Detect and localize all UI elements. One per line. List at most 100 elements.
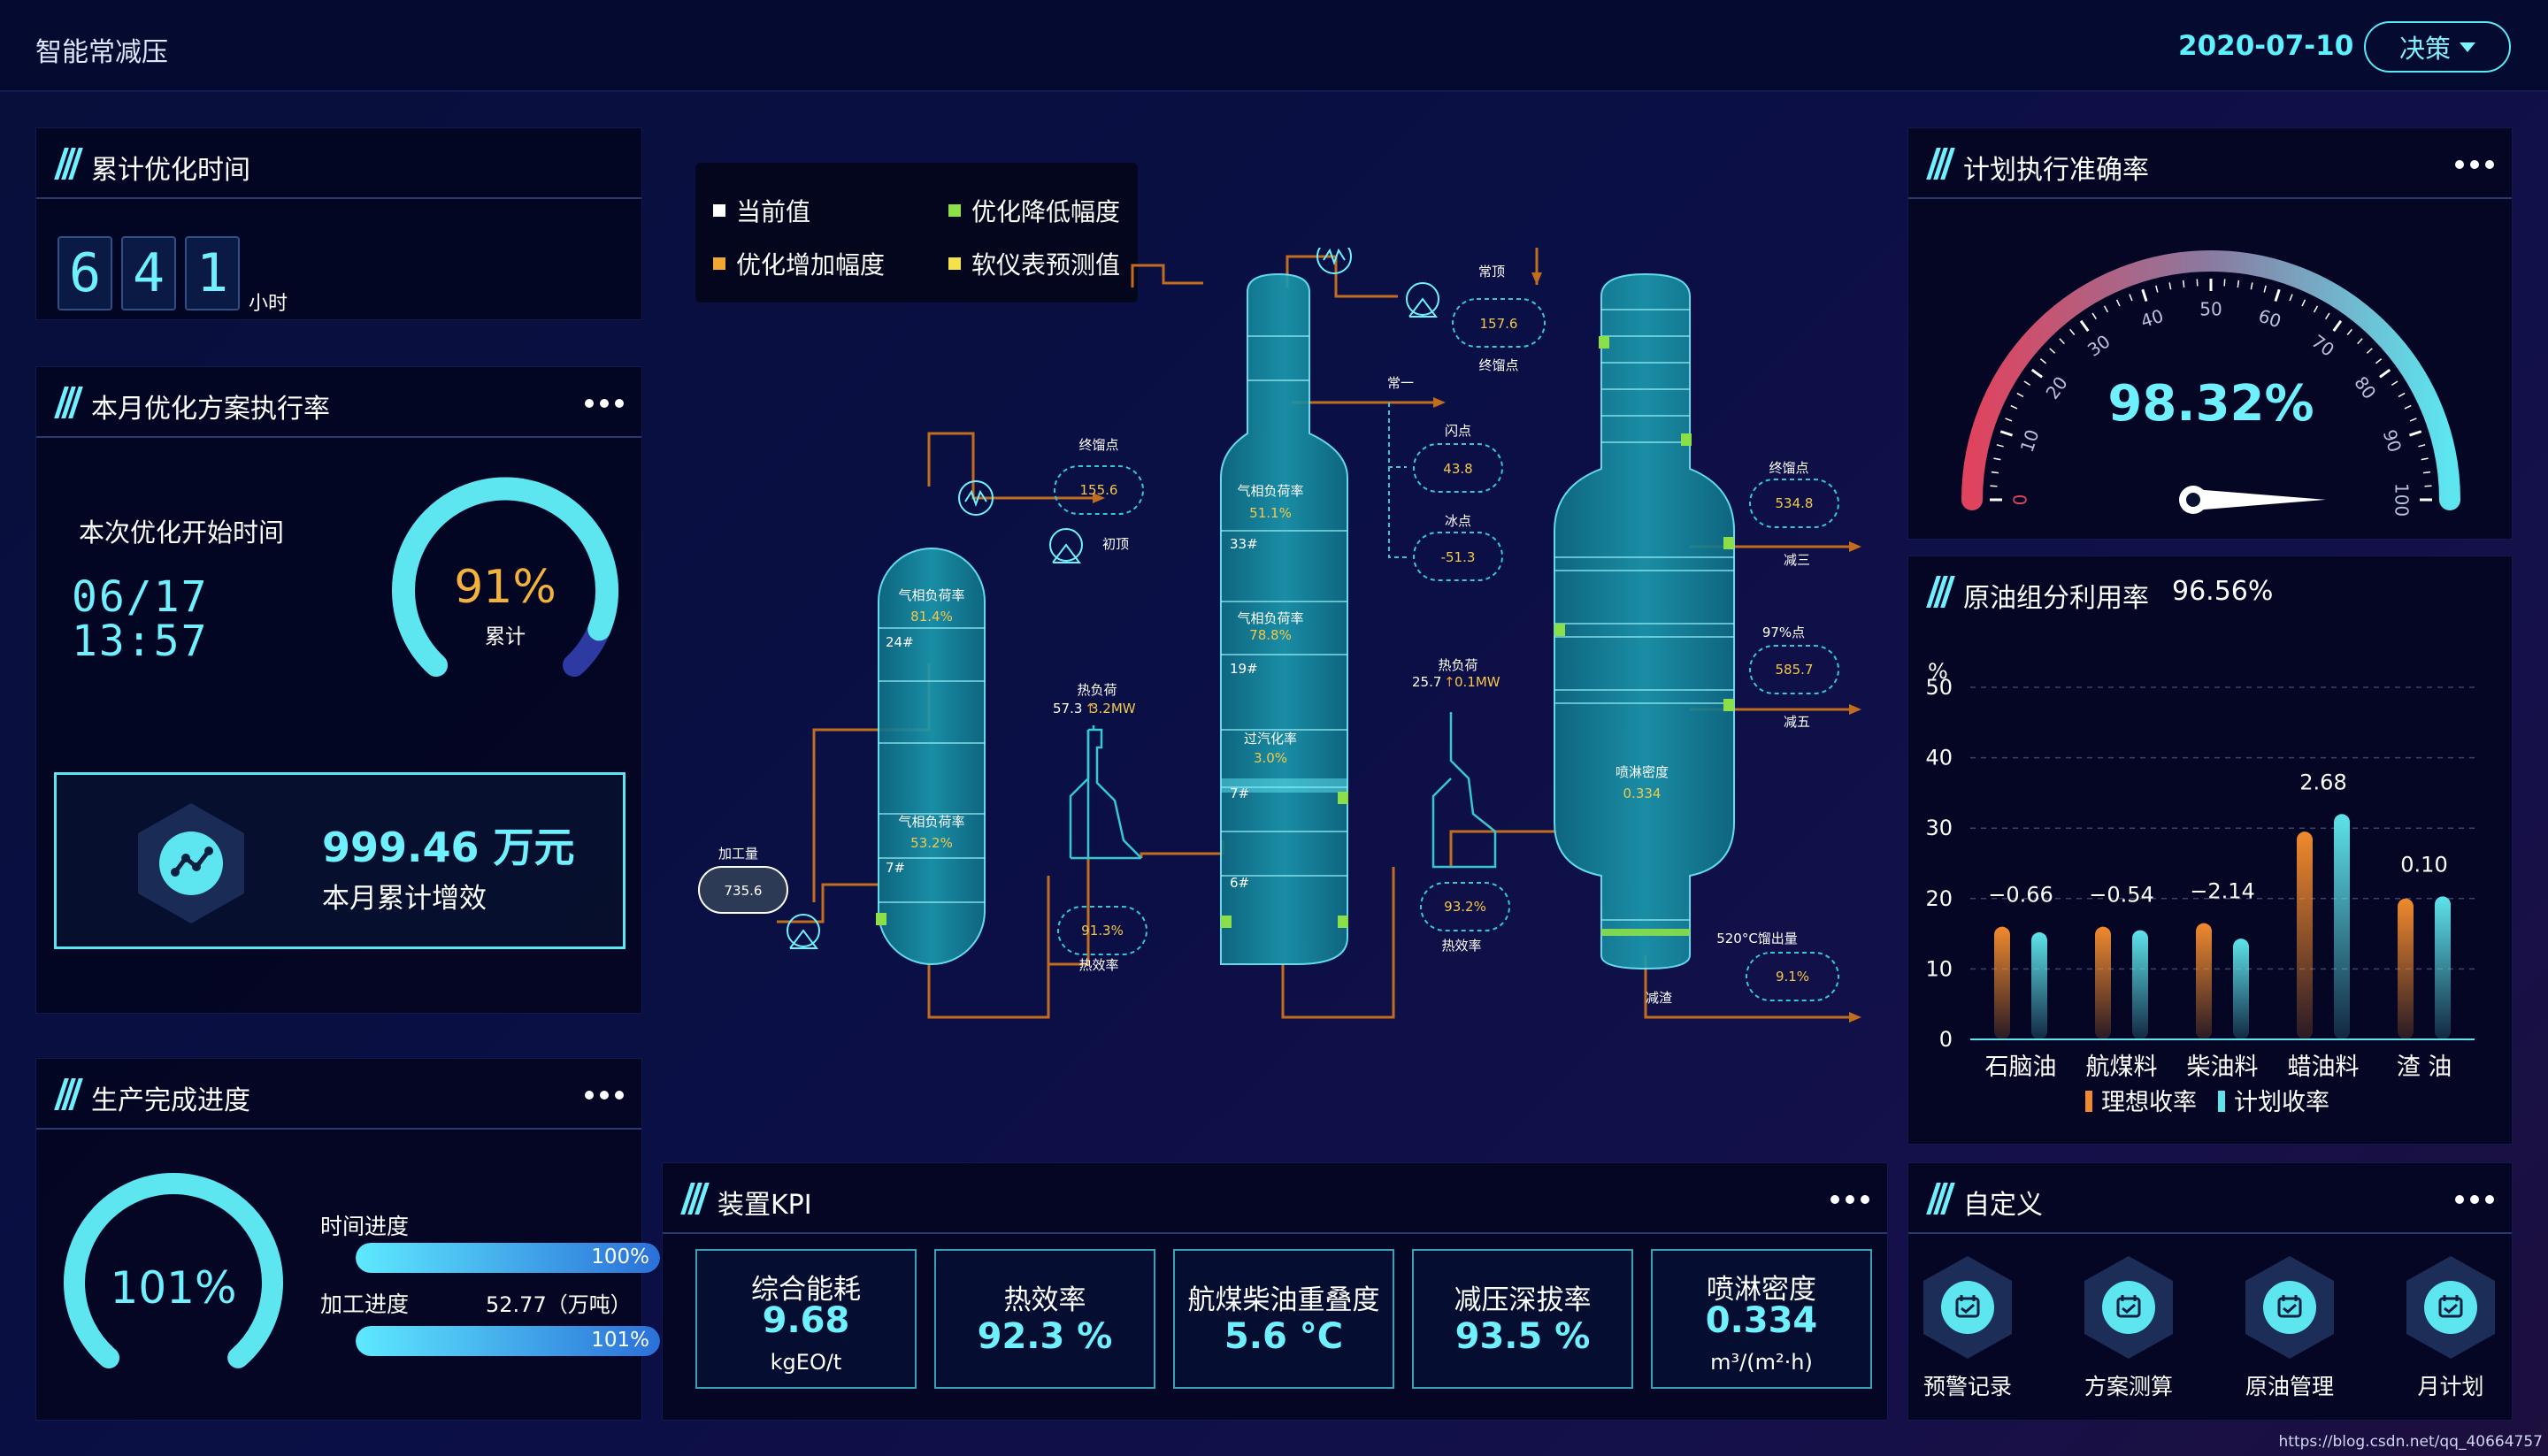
f1-eff-label: 热效率 (1078, 957, 1118, 973)
title-stripes-icon (680, 1183, 710, 1215)
kpi-card-energy: 综合能耗 9.68 kgEO/t (695, 1249, 917, 1389)
t3-520-value: 9.1% (1776, 969, 1809, 985)
t2-top-value: 157.6 (1480, 316, 1518, 332)
t2-side-label: 常一 (1387, 375, 1414, 391)
t3-out3: 减三 (1784, 552, 1810, 568)
increase-value: 999.46 万元 (322, 824, 575, 871)
t2-load2-value: 78.8% (1249, 627, 1292, 643)
process-progress-label: 加工进度 (320, 1291, 410, 1317)
gauge-tick (2069, 328, 2076, 336)
bar-ideal (2196, 923, 2212, 1039)
gauge-tick (2030, 368, 2043, 379)
more-options-icon[interactable] (2455, 160, 2494, 169)
gauge-tick (2196, 279, 2199, 287)
gauge-tick (2289, 294, 2293, 302)
gauge-tick-label: 50 (2199, 299, 2222, 320)
t2-load1-value: 51.1% (1249, 505, 1292, 521)
t3-520-label: 520°C馏出量 (1716, 931, 1798, 946)
bar-ideal (2297, 831, 2313, 1039)
kpi-value: 93.5 % (1454, 1316, 1591, 1357)
t3-out5: 减五 (1784, 714, 1810, 730)
x-tick-label: 渣 油 (2397, 1054, 2452, 1081)
y-tick-label: 40 (1925, 746, 1953, 770)
gauge-tick (2250, 282, 2253, 290)
gauge-tick (2379, 368, 2391, 379)
legend-current: 当前值 (713, 193, 810, 228)
more-options-icon[interactable] (2455, 1195, 2494, 1204)
process-progress-value: 101% (591, 1329, 649, 1352)
title-stripes-icon (1926, 576, 1955, 608)
kpi-unit: kgEO/t (770, 1350, 842, 1375)
x-tick-label: 柴油料 (2187, 1054, 2259, 1081)
y-tick-label: 10 (1925, 956, 1953, 981)
more-options-icon[interactable] (585, 1091, 624, 1100)
decision-label: 决策 (2398, 34, 2451, 64)
bar-plan (2031, 932, 2047, 1039)
gauge-tick (1993, 457, 2001, 461)
title-stripes-icon (54, 387, 83, 418)
t3-end-value: 534.8 (1776, 495, 1814, 511)
app-title: 智能常减压 (35, 37, 168, 68)
panel-title: 装置KPI (718, 1190, 812, 1221)
gauge-value: 91% (454, 561, 556, 614)
time-progress-value: 100% (591, 1245, 649, 1268)
title-stripes-icon (54, 148, 83, 180)
gauge-tick (2301, 299, 2306, 307)
kpi-name: 航煤柴油重叠度 (1187, 1284, 1380, 1316)
accuracy-value: 98.32% (2107, 375, 2314, 433)
digit-1: 6 (58, 236, 112, 310)
digit-2: 4 (121, 236, 176, 310)
data-label: −0.54 (2089, 883, 2154, 908)
panel-title: 原油组分利用率 (1963, 583, 2149, 614)
kpi-name: 热效率 (1003, 1284, 1086, 1316)
panel-title: 生产完成进度 (91, 1085, 250, 1116)
gauge-tick (2409, 418, 2417, 422)
legend-swatch (948, 204, 961, 217)
y-tick-label: 0 (1939, 1027, 1953, 1052)
panel-title: 自定义 (1963, 1190, 2043, 1221)
gauge-tick (2103, 305, 2109, 313)
process-flow-diagram: 加工量 735.6 终馏点 155.6 初顶 气相负荷率 81.4% 24# 气… (698, 248, 1861, 1023)
gauge-tick (2182, 280, 2185, 288)
gauge-tick (2325, 312, 2330, 320)
gauge-tick (2223, 279, 2226, 287)
decision-dropdown-button[interactable]: 决策 (2364, 21, 2511, 73)
custom-item-monthly[interactable]: 月计划 (2403, 1254, 2498, 1399)
gauge-tick-label: 30 (2084, 330, 2114, 360)
bar-plan (2132, 930, 2148, 1039)
start-time-label: 本次优化开始时间 (79, 517, 285, 548)
t2-load2-label: 气相负荷率 (1237, 610, 1303, 626)
gauge-tick (2404, 404, 2412, 410)
gauge-tick (2375, 358, 2383, 364)
gauge-tick (2010, 404, 2018, 410)
custom-item-warning[interactable]: 预警记录 (1920, 1254, 2015, 1399)
t3-97-label: 97%点 (1762, 625, 1805, 640)
monthly-plan-panel: 本月优化方案执行率 本次优化开始时间 06/17 13:57 91% 累计 99… (35, 366, 642, 1014)
gauge-tick (2023, 380, 2031, 386)
bar-ideal (2095, 926, 2111, 1039)
x-tick-label: 蜡油料 (2288, 1054, 2360, 1081)
panel-header: 原油组分利用率 96.56% (1908, 556, 2512, 627)
crude-bar-chart: 01020304050%−0.66石脑油−0.54航煤料−2.14柴油料2.68… (1925, 659, 2475, 1116)
t2-tray-19: 19# (1230, 661, 1258, 677)
title-stripes-icon (54, 1078, 83, 1110)
gauge-tick (2408, 430, 2422, 437)
gauge-tick (2129, 294, 2133, 302)
start-date: 06/17 (72, 572, 209, 622)
t2-tray-33: 33# (1230, 536, 1258, 552)
more-options-icon[interactable] (1830, 1195, 1869, 1204)
gauge-tick (2424, 485, 2432, 487)
execution-gauge: 91% 累计 (392, 477, 618, 677)
trend-hexagon-icon (138, 803, 244, 923)
bar-ideal (2398, 898, 2414, 1039)
production-panel: 生产完成进度 101% 时间进度 100% 加工进度 52.77（万吨） 101… (35, 1058, 660, 1421)
custom-item-crude[interactable]: 原油管理 (2242, 1254, 2337, 1399)
feed-label: 加工量 (718, 846, 758, 862)
accuracy-speedometer: 0 10 20 30 40 50 60 70 80 90 100 98.32% (1961, 250, 2460, 517)
gauge-label: 累计 (485, 625, 526, 648)
data-label: −0.66 (1988, 883, 2053, 908)
custom-item-calc[interactable]: 方案测算 (2081, 1254, 2176, 1399)
gauge-tick-label: 10 (2016, 427, 2044, 456)
gauge-tick (2263, 285, 2267, 293)
more-options-icon[interactable] (585, 399, 624, 408)
